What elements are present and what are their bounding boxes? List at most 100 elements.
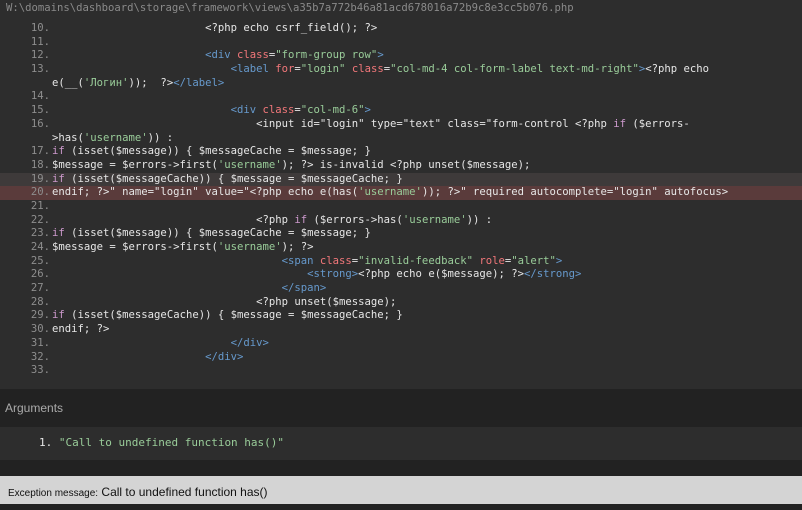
line-number: 12. <box>30 49 50 62</box>
code-token: $message = $errors->first( <box>52 241 218 253</box>
code-line: 29. if (isset($messageCache)) { $message … <box>0 309 802 323</box>
code-token: if <box>613 117 627 130</box>
code-token: 'username' <box>217 241 282 253</box>
line-number: 10. <box>30 22 50 34</box>
code-token: if <box>52 309 65 322</box>
code-token: )) : <box>147 131 174 144</box>
line-number: 26. <box>30 268 50 281</box>
line-content: <?php echo csrf_field(); ?> <box>52 22 377 34</box>
code-token: endif; ?>" name="login" value="<?php ech… <box>52 186 359 199</box>
code-line: 27. </span> <box>0 282 802 296</box>
code-token: <div <box>52 104 263 117</box>
code-token: class <box>236 49 269 62</box>
line-content: if (isset($message)) { $messageCache = $… <box>52 145 371 157</box>
code-line: 30. endif; ?> <box>0 323 802 337</box>
code-line: 12. <div class="form-group row"> <box>0 49 802 63</box>
code-token: )); ?> <box>128 76 174 89</box>
line-content: $message = $errors->first('username'); ?… <box>52 241 314 253</box>
line-content: <label for="login" class="col-md-4 col-f… <box>52 63 709 75</box>
code-line: 13. <label for="login" class="col-md-4 c… <box>0 63 802 77</box>
line-content: >has('username')) : <box>52 132 173 144</box>
code-token: class <box>319 254 352 267</box>
code-line: 10. <?php echo csrf_field(); ?> <box>0 22 802 36</box>
code-token: <strong> <box>52 268 359 281</box>
code-line: 18. $message = $errors->first('username')… <box>0 159 802 173</box>
line-number: 18. <box>30 158 50 171</box>
line-number: 22. <box>30 213 50 226</box>
code-token: "col-md-4 col-form-label text-md-right" <box>390 63 639 76</box>
line-content: </div> <box>52 351 243 363</box>
code-token: class <box>351 63 384 76</box>
line-number: 24. <box>30 241 50 253</box>
code-line: 32. </div> <box>0 351 802 365</box>
line-number: 14. <box>30 90 50 103</box>
code-token: ($errors- <box>626 117 690 130</box>
code-token: </div> <box>52 336 269 349</box>
code-line: 14. <box>0 90 802 104</box>
code-token: )) : <box>466 213 493 226</box>
code-token: e(__( <box>52 76 84 89</box>
code-line: 16. <input id="login" type="text" class=… <box>0 118 802 132</box>
line-number: 17. <box>30 145 50 158</box>
line-content: <?php unset($message); <box>52 296 396 308</box>
line-number: 29. <box>30 309 50 322</box>
code-token: endif; ?> <box>52 323 110 336</box>
code-token: (isset($message)) { $messageCache = $mes… <box>64 227 371 240</box>
code-token: <?php echo csrf_field(); ?> <box>52 22 378 34</box>
code-line: >has('username')) : <box>0 132 802 146</box>
code-token: </span> <box>52 282 327 295</box>
line-content: </div> <box>52 337 269 349</box>
code-token: (isset($messageCache)) { $message = $mes… <box>64 309 403 322</box>
code-line: 22. <?php if ($errors->has('username')) … <box>0 214 802 228</box>
line-number: 27. <box>30 282 50 295</box>
line-number: 15. <box>30 104 50 117</box>
code-line: 24. $message = $errors->first('username')… <box>0 241 802 255</box>
code-token: </div> <box>52 350 244 363</box>
code-line: 31. </div> <box>0 337 802 351</box>
line-number: 13. <box>30 63 50 76</box>
code-token: "form-group row" <box>275 49 378 62</box>
line-content: if (isset($messageCache)) { $message = $… <box>52 173 403 185</box>
line-number: 23. <box>30 227 50 240</box>
code-viewer: 10. <?php echo csrf_field(); ?> 11. 12. <d… <box>0 22 802 389</box>
exception-bar: Exception message: Call to undefined fun… <box>0 476 802 504</box>
code-token: "alert" <box>511 254 556 267</box>
line-content: endif; ?> <box>52 323 109 335</box>
arguments-list: 1. "Call to undefined function has()" <box>0 427 802 460</box>
code-line: 19. if (isset($messageCache)) { $message … <box>0 172 802 187</box>
line-number: 31. <box>30 336 50 349</box>
code-line: 25. <span class="invalid-feedback" role=… <box>0 255 802 269</box>
code-token: > <box>555 254 563 267</box>
code-line: 20. endif; ?>" name="login" value="<?php … <box>0 186 802 200</box>
code-token: )); ?>" required autocomplete="login" au… <box>421 186 729 199</box>
code-token: if <box>52 172 65 185</box>
code-token: "col-md-6" <box>300 104 365 117</box>
code-token: if <box>52 145 65 158</box>
exception-label: Exception message: <box>8 488 99 499</box>
line-content: </span> <box>52 282 327 295</box>
code-token: "invalid-feedback" <box>358 254 473 267</box>
line-content: $message = $errors->first('username'); ?… <box>52 159 530 171</box>
line-content: <?php if ($errors->has('username')) : <box>52 214 492 226</box>
code-line: 15. <div class="col-md-6"> <box>0 104 802 118</box>
line-number: 21. <box>30 199 50 212</box>
code-token: $message = $errors->first( <box>52 158 218 171</box>
code-token: 'username' <box>358 186 422 199</box>
code-token: <span <box>52 254 320 267</box>
exception-message: Call to undefined function has() <box>101 485 268 499</box>
code-token: <?php unset($message); <box>52 295 397 308</box>
code-token: </label> <box>173 76 225 89</box>
file-path: W:\domains\dashboard\storage\framework\v… <box>0 0 802 22</box>
code-line: 23. if (isset($message)) { $messageCache … <box>0 227 802 241</box>
line-content: endif; ?>" name="login" value="<?php ech… <box>52 186 728 198</box>
line-content: <div class="form-group row"> <box>52 49 384 61</box>
code-token: ); ?> <box>281 241 314 253</box>
line-number: 19. <box>30 172 50 185</box>
code-token: class <box>262 104 295 117</box>
arguments-title: Arguments <box>5 401 64 415</box>
line-number: 33. <box>30 364 50 377</box>
argument-index: 1. <box>39 436 53 449</box>
line-content: e(__('Логин')); ?></label> <box>52 77 224 89</box>
code-line: 17. if (isset($message)) { $messageCache … <box>0 145 802 159</box>
code-line: 28. <?php unset($message); <box>0 296 802 310</box>
